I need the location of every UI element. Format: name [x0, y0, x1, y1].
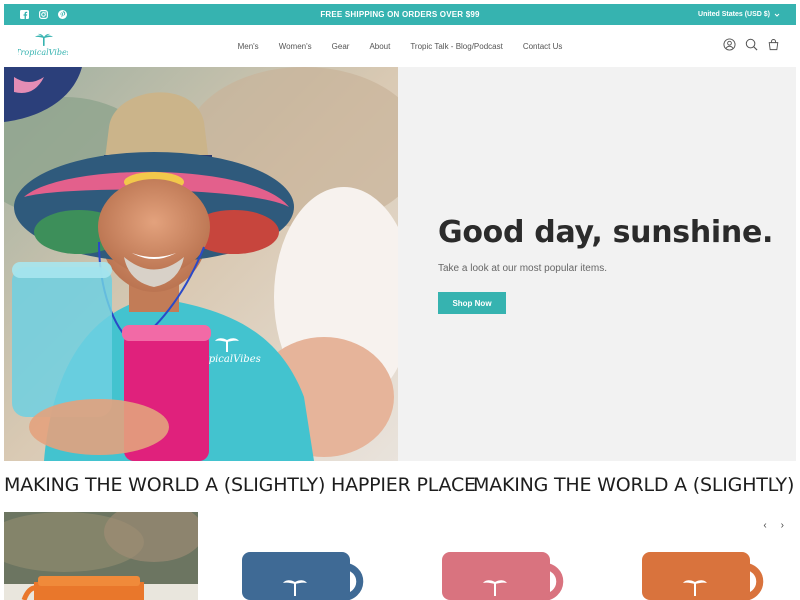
lifestyle-photo-illustration [4, 512, 198, 600]
social-links [20, 4, 67, 25]
site-header: Men's Women's Gear About Tropic Talk - B… [4, 25, 796, 67]
carousel-arrows: ‹ › [763, 520, 784, 531]
region-label: United States (USD $) [698, 11, 770, 18]
logo-text: TropicalVibes [18, 48, 68, 57]
instagram-icon[interactable] [39, 10, 48, 19]
carousel-prev-button[interactable]: ‹ [763, 520, 766, 531]
hero-photo-illustration: TropicalVibes [4, 67, 398, 461]
hero-image: TropicalVibes [4, 67, 398, 461]
product-carousel: ‹ › [4, 512, 796, 600]
account-icon[interactable] [723, 38, 736, 51]
hero-section: TropicalVibes Good day, sunshine. Take a… [4, 67, 796, 461]
nav-item-womens[interactable]: Women's [279, 42, 312, 51]
region-selector[interactable]: United States (USD $) [698, 4, 780, 25]
shop-now-button[interactable]: Shop Now [438, 292, 506, 314]
product-mug-blue[interactable] [236, 552, 386, 600]
hero-text-panel: Good day, sunshine. Take a look at our m… [398, 67, 796, 461]
announcement-message: FREE SHIPPING ON ORDERS OVER $99 [320, 10, 480, 19]
carousel-next-button[interactable]: › [781, 520, 784, 531]
nav-item-blog[interactable]: Tropic Talk - Blog/Podcast [410, 42, 502, 51]
nav-item-about[interactable]: About [369, 42, 390, 51]
cart-icon[interactable] [767, 38, 780, 51]
marquee-text-repeat: MAKING THE WORLD A (SLIGHTLY) HA [473, 474, 796, 496]
product-mug-orange[interactable] [636, 552, 786, 600]
nav-item-gear[interactable]: Gear [332, 42, 350, 51]
marquee-text: MAKING THE WORLD A (SLIGHTLY) HAPPIER PL… [4, 474, 476, 496]
search-icon[interactable] [745, 38, 758, 51]
lifestyle-photo[interactable] [4, 512, 198, 600]
product-mug-pink[interactable] [436, 552, 586, 600]
announcement-bar: FREE SHIPPING ON ORDERS OVER $99 United … [4, 4, 796, 25]
brand-logo[interactable]: TropicalVibes [18, 33, 68, 61]
chevron-down-icon [774, 13, 780, 17]
pinterest-icon[interactable] [58, 10, 67, 19]
nav-item-mens[interactable]: Men's [238, 42, 259, 51]
nav-item-contact[interactable]: Contact Us [523, 42, 563, 51]
hero-title: Good day, sunshine. [438, 215, 774, 250]
header-icons [723, 38, 780, 51]
marquee-banner: MAKING THE WORLD A (SLIGHTLY) HAPPIER PL… [4, 474, 796, 502]
main-nav: Men's Women's Gear About Tropic Talk - B… [4, 25, 796, 67]
facebook-icon[interactable] [20, 10, 29, 19]
hero-subtitle: Take a look at our most popular items. [438, 263, 607, 274]
